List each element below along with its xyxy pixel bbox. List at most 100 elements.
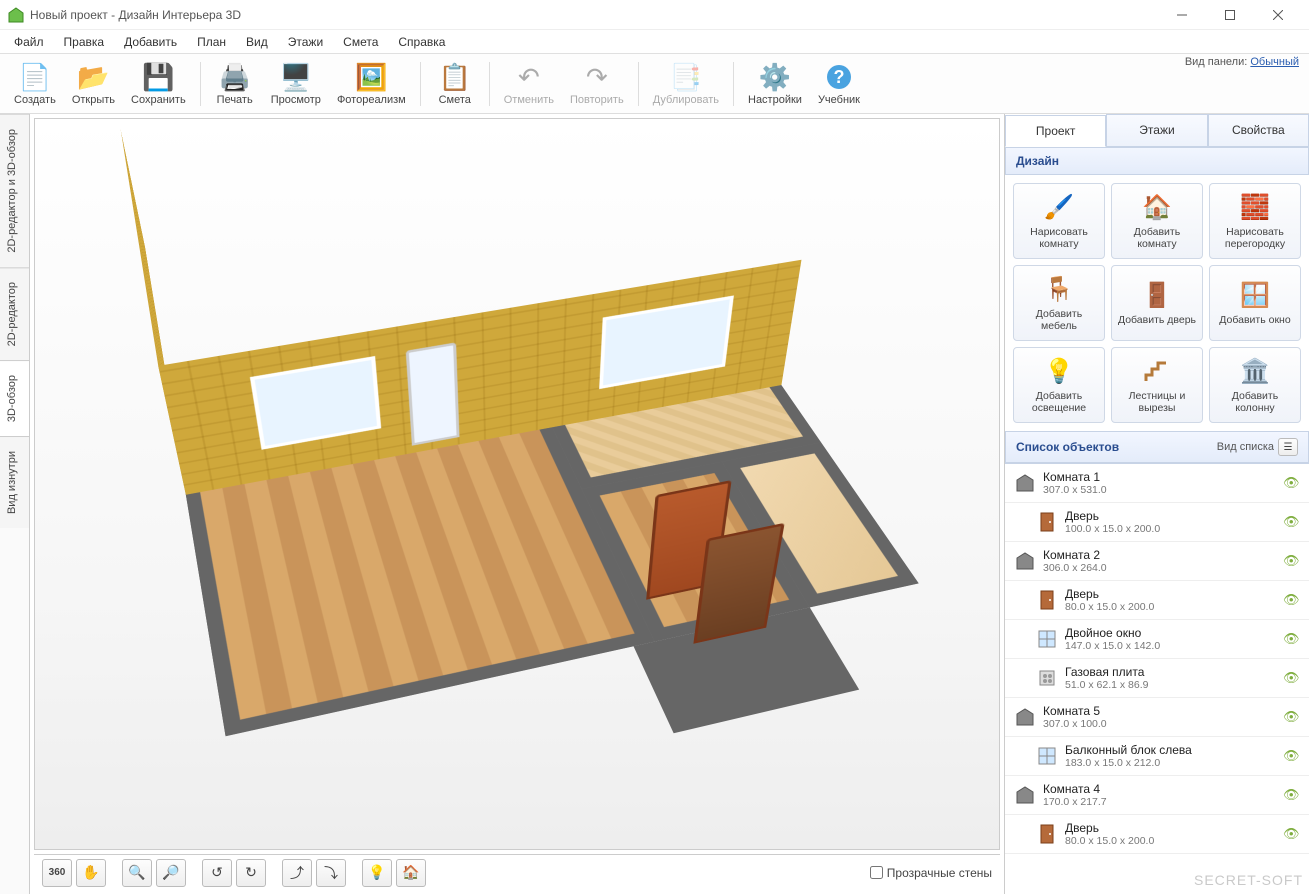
draw-partition-button[interactable]: 🧱Нарисовать перегородку bbox=[1209, 183, 1301, 259]
visibility-toggle[interactable]: 👁 bbox=[1283, 826, 1301, 842]
gear-icon: ⚙️ bbox=[759, 61, 791, 93]
close-button[interactable] bbox=[1255, 0, 1301, 30]
window-icon: 🪟 bbox=[1239, 280, 1271, 312]
visibility-toggle[interactable]: 👁 bbox=[1283, 592, 1301, 608]
add-door-button[interactable]: 🚪Добавить дверь bbox=[1111, 265, 1203, 341]
preview-button[interactable]: 🖥️Просмотр bbox=[263, 59, 329, 108]
titlebar: Новый проект - Дизайн Интерьера 3D bbox=[0, 0, 1309, 30]
photoreal-button[interactable]: 🖼️Фотореализм bbox=[329, 59, 414, 108]
visibility-toggle[interactable]: 👁 bbox=[1283, 670, 1301, 686]
brick-wall-icon: 🧱 bbox=[1239, 192, 1271, 224]
redo-icon: ↷ bbox=[581, 61, 613, 93]
menu-edit[interactable]: Правка bbox=[54, 31, 115, 53]
add-light-button[interactable]: 💡Добавить освещение bbox=[1013, 347, 1105, 423]
open-button[interactable]: 📂Открыть bbox=[64, 59, 123, 108]
toolbar: 📄Создать 📂Открыть 💾Сохранить 🖨️Печать 🖥️… bbox=[0, 54, 1309, 114]
tilt-up-button[interactable]: ⤴ bbox=[282, 859, 312, 887]
object-item[interactable]: Комната 4 170.0 x 217.7 👁 bbox=[1005, 776, 1309, 815]
duplicate-button[interactable]: 📑Дублировать bbox=[645, 59, 727, 108]
estimate-button[interactable]: 📋Смета bbox=[427, 59, 483, 108]
list-view-button[interactable]: ☰ bbox=[1278, 438, 1298, 456]
tutorial-button[interactable]: ?Учебник bbox=[810, 59, 868, 108]
home-button[interactable]: 🏠 bbox=[396, 859, 426, 887]
visibility-toggle[interactable]: 👁 bbox=[1283, 748, 1301, 764]
visibility-toggle[interactable]: 👁 bbox=[1283, 631, 1301, 647]
save-button[interactable]: 💾Сохранить bbox=[123, 59, 194, 108]
folder-open-icon: 📂 bbox=[77, 61, 109, 93]
menu-plan[interactable]: План bbox=[187, 31, 236, 53]
menu-file[interactable]: Файл bbox=[4, 31, 54, 53]
zoom-out-button[interactable]: 🔎 bbox=[156, 859, 186, 887]
separator bbox=[420, 62, 421, 106]
menu-view[interactable]: Вид bbox=[236, 31, 278, 53]
object-item[interactable]: Двойное окно 147.0 x 15.0 x 142.0 👁 bbox=[1005, 620, 1309, 659]
draw-room-button[interactable]: 🖌️Нарисовать комнату bbox=[1013, 183, 1105, 259]
add-column-button[interactable]: 🏛️Добавить колонну bbox=[1209, 347, 1301, 423]
column-icon: 🏛️ bbox=[1239, 356, 1271, 388]
object-name: Комната 4 bbox=[1043, 782, 1283, 796]
object-item[interactable]: Балконный блок слева 183.0 x 15.0 x 212.… bbox=[1005, 737, 1309, 776]
panel-mode-link[interactable]: Обычный bbox=[1250, 56, 1299, 68]
object-item[interactable]: Комната 5 307.0 x 100.0 👁 bbox=[1005, 698, 1309, 737]
object-dimensions: 170.0 x 217.7 bbox=[1043, 796, 1283, 808]
visibility-toggle[interactable]: 👁 bbox=[1283, 475, 1301, 491]
bulb-icon: 💡 bbox=[368, 864, 385, 881]
object-item[interactable]: Комната 1 307.0 x 531.0 👁 bbox=[1005, 464, 1309, 503]
app-icon bbox=[8, 7, 24, 23]
visibility-toggle[interactable]: 👁 bbox=[1283, 709, 1301, 725]
vtab-inside[interactable]: Вид изнутри bbox=[0, 436, 29, 528]
tilt-up-icon: ⤴ bbox=[290, 863, 304, 883]
transparent-walls-checkbox[interactable]: Прозрачные стены bbox=[870, 866, 992, 880]
menu-floors[interactable]: Этажи bbox=[278, 31, 333, 53]
object-item[interactable]: Комната 2 306.0 x 264.0 👁 bbox=[1005, 542, 1309, 581]
stairs-icon bbox=[1141, 356, 1173, 388]
object-dimensions: 51.0 x 62.1 x 86.9 bbox=[1065, 679, 1283, 691]
visibility-toggle[interactable]: 👁 bbox=[1283, 787, 1301, 803]
add-window-button[interactable]: 🪟Добавить окно bbox=[1209, 265, 1301, 341]
vtab-2d[interactable]: 2D-редактор bbox=[0, 267, 29, 360]
add-room-button[interactable]: 🏠Добавить комнату bbox=[1111, 183, 1203, 259]
monitor-icon: 🖥️ bbox=[280, 61, 312, 93]
stairs-button[interactable]: Лестницы и вырезы bbox=[1111, 347, 1203, 423]
visibility-toggle[interactable]: 👁 bbox=[1283, 514, 1301, 530]
separator bbox=[638, 62, 639, 106]
object-item[interactable]: Дверь 80.0 x 15.0 x 200.0 👁 bbox=[1005, 581, 1309, 620]
object-item[interactable]: Дверь 100.0 x 15.0 x 200.0 👁 bbox=[1005, 503, 1309, 542]
rotate-left-icon: ↺ bbox=[211, 864, 223, 881]
light-toggle-button[interactable]: 💡 bbox=[362, 859, 392, 887]
zoom-in-button[interactable]: 🔍 bbox=[122, 859, 152, 887]
tab-floors[interactable]: Этажи bbox=[1106, 114, 1207, 146]
add-furniture-button[interactable]: 🪑Добавить мебель bbox=[1013, 265, 1105, 341]
design-header: Дизайн bbox=[1005, 147, 1309, 175]
redo-button[interactable]: ↷Повторить bbox=[562, 59, 632, 108]
vtab-3d[interactable]: 3D-обзор bbox=[0, 360, 29, 436]
window-title: Новый проект - Дизайн Интерьера 3D bbox=[30, 8, 1159, 22]
light-icon: 💡 bbox=[1043, 356, 1075, 388]
create-button[interactable]: 📄Создать bbox=[6, 59, 64, 108]
object-item[interactable]: Дверь 80.0 x 15.0 x 200.0 👁 bbox=[1005, 815, 1309, 854]
minimize-button[interactable] bbox=[1159, 0, 1205, 30]
menubar: Файл Правка Добавить План Вид Этажи Смет… bbox=[0, 30, 1309, 54]
rotate-left-button[interactable]: ↺ bbox=[202, 859, 232, 887]
undo-button[interactable]: ↶Отменить bbox=[496, 59, 562, 108]
menu-help[interactable]: Справка bbox=[388, 31, 455, 53]
tilt-down-icon: ⤵ bbox=[324, 863, 338, 883]
viewport-3d[interactable] bbox=[34, 118, 1000, 850]
object-name: Газовая плита bbox=[1065, 665, 1283, 679]
rotate-right-button[interactable]: ↻ bbox=[236, 859, 266, 887]
settings-button[interactable]: ⚙️Настройки bbox=[740, 59, 810, 108]
view-360-button[interactable]: 360 bbox=[42, 859, 72, 887]
menu-estimate[interactable]: Смета bbox=[333, 31, 388, 53]
tab-project[interactable]: Проект bbox=[1005, 115, 1106, 147]
object-item[interactable]: Газовая плита 51.0 x 62.1 x 86.9 👁 bbox=[1005, 659, 1309, 698]
objects-list[interactable]: Комната 1 307.0 x 531.0 👁 Дверь 100.0 x … bbox=[1005, 463, 1309, 894]
print-button[interactable]: 🖨️Печать bbox=[207, 59, 263, 108]
vtab-combo[interactable]: 2D-редактор и 3D-обзор bbox=[0, 114, 29, 267]
tilt-down-button[interactable]: ⤵ bbox=[316, 859, 346, 887]
menu-add[interactable]: Добавить bbox=[114, 31, 187, 53]
pan-button[interactable]: ✋ bbox=[76, 859, 106, 887]
rotate-right-icon: ↻ bbox=[245, 864, 257, 881]
visibility-toggle[interactable]: 👁 bbox=[1283, 553, 1301, 569]
tab-props[interactable]: Свойства bbox=[1208, 114, 1309, 146]
maximize-button[interactable] bbox=[1207, 0, 1253, 30]
